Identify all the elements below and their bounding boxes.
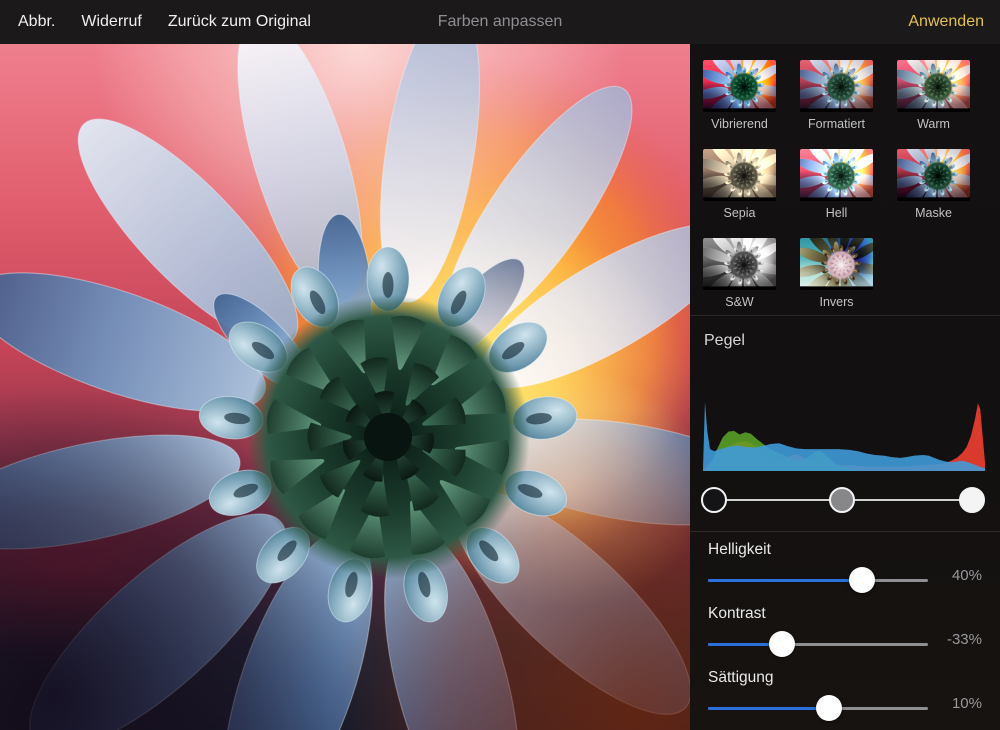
filter-thumbnail <box>703 149 776 201</box>
filter-thumbnail <box>800 60 873 112</box>
filter-label: Hell <box>800 206 873 220</box>
levels-label: Pegel <box>704 332 745 350</box>
levels-highlights-knob[interactable] <box>959 487 985 513</box>
adjust-colors-panel: Vibrierend Formatiert Warm Sepia Hell Maske S&… <box>690 44 1000 730</box>
filter-thumbnail <box>703 60 776 112</box>
toolbar: Abbr. Widerruf Zurück zum Original Farbe… <box>0 0 1000 44</box>
contrast-track[interactable] <box>708 637 928 651</box>
apply-button[interactable]: Anwenden <box>908 13 984 31</box>
brightness-slider-row: Helligkeit 40% <box>690 541 1000 601</box>
filter-vibrant[interactable]: Vibrierend <box>703 60 776 149</box>
filter-list: Vibrierend Formatiert Warm Sepia Hell Maske S&… <box>703 60 970 327</box>
filter-invert[interactable]: Invers <box>800 238 873 327</box>
contrast-slider-row: Kontrast -33% <box>690 605 1000 665</box>
divider <box>690 531 1000 532</box>
filter-label: Maske <box>897 206 970 220</box>
saturation-handle[interactable] <box>816 695 842 721</box>
levels-histogram <box>703 398 985 471</box>
filter-sepia[interactable]: Sepia <box>703 149 776 238</box>
undo-button[interactable]: Widerruf <box>81 13 141 31</box>
filter-label: Formatiert <box>800 117 873 131</box>
filter-thumbnail <box>897 149 970 201</box>
filter-thumbnail <box>897 60 970 112</box>
filter-label: Warm <box>897 117 970 131</box>
contrast-handle[interactable] <box>769 631 795 657</box>
filter-label: Vibrierend <box>703 117 776 131</box>
brightness-value: 40% <box>912 567 982 584</box>
saturation-track[interactable] <box>708 701 928 715</box>
brightness-label: Helligkeit <box>708 541 771 559</box>
filter-none[interactable]: Formatiert <box>800 60 873 149</box>
brightness-handle[interactable] <box>849 567 875 593</box>
levels-shadows-knob[interactable] <box>701 487 727 513</box>
saturation-value: 10% <box>912 695 982 712</box>
contrast-label: Kontrast <box>708 605 766 623</box>
saturation-label: Sättigung <box>708 669 774 687</box>
filter-label: S&W <box>703 295 776 309</box>
photo-canvas[interactable] <box>0 44 690 730</box>
filter-thumbnail <box>703 238 776 290</box>
revert-to-original-button[interactable]: Zurück zum Original <box>168 13 311 31</box>
filter-thumbnail <box>800 149 873 201</box>
filter-bw[interactable]: S&W <box>703 238 776 327</box>
filter-mask[interactable]: Maske <box>897 149 970 238</box>
filter-label: Sepia <box>703 206 776 220</box>
divider <box>690 315 1000 316</box>
levels-slider <box>703 487 985 513</box>
brightness-track[interactable] <box>708 573 928 587</box>
filter-bright[interactable]: Hell <box>800 149 873 238</box>
filter-label: Invers <box>800 295 873 309</box>
cancel-button[interactable]: Abbr. <box>18 13 55 31</box>
contrast-value: -33% <box>912 631 982 648</box>
flower-photo <box>0 44 690 730</box>
levels-midtones-knob[interactable] <box>829 487 855 513</box>
saturation-slider-row: Sättigung 10% <box>690 669 1000 729</box>
filter-thumbnail <box>800 238 873 290</box>
filter-warm[interactable]: Warm <box>897 60 970 149</box>
